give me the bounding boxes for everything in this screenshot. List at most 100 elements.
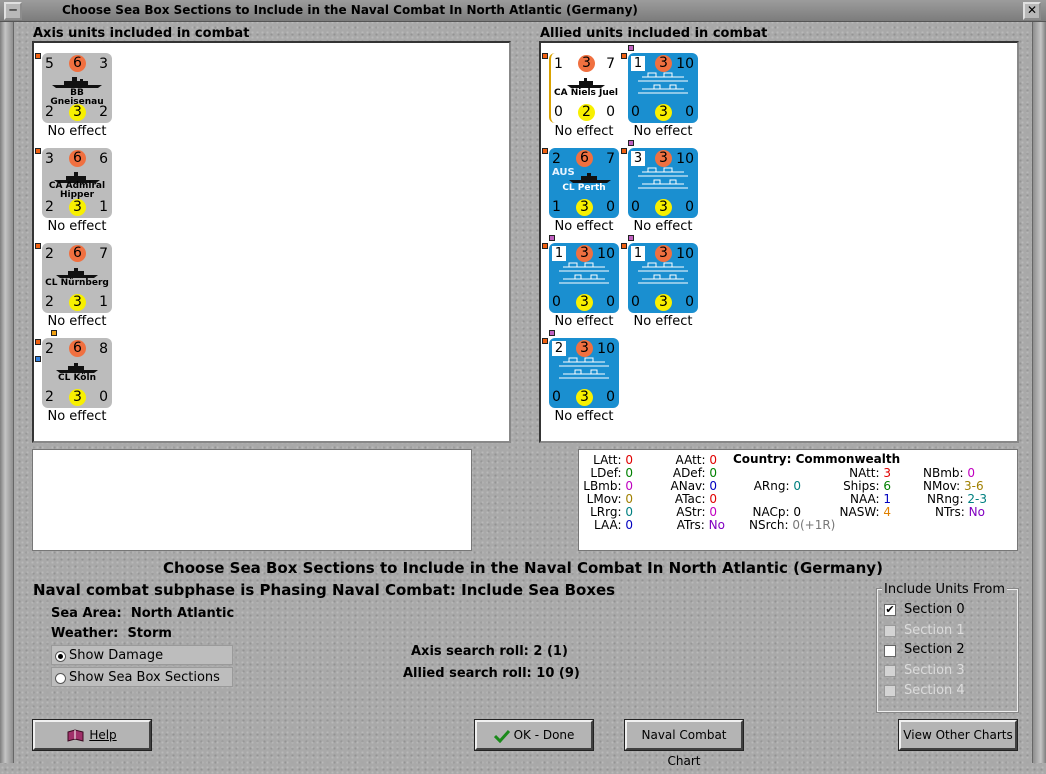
stat-value: 2-3: [967, 492, 988, 506]
country-label: Country:: [733, 452, 792, 466]
sea-area-label: Sea Area:: [51, 606, 122, 621]
stat-value: 3: [883, 466, 891, 480]
unit-br: 0: [685, 104, 694, 120]
unit-bl: 0: [631, 199, 640, 215]
unit-tl: 2: [552, 151, 561, 167]
unit-counter-convoy[interactable]: 1 3 10 0 3 0: [628, 53, 698, 123]
unit-bl: 1: [552, 199, 561, 215]
unit-defense: 3: [655, 199, 672, 216]
unit-attack: 6: [576, 150, 593, 167]
cruiser-icon: [567, 78, 605, 88]
section-4-checkbox[interactable]: [884, 685, 896, 697]
stat-arng: ARng: 0: [753, 479, 801, 493]
unit-defense: 2: [578, 104, 595, 121]
unit-defense: 3: [576, 389, 593, 406]
unit-counter-convoy[interactable]: 1 3 10 0 3 0: [628, 243, 698, 313]
unit-attack: 6: [69, 245, 86, 262]
unit-flag-icon: [35, 243, 41, 249]
section-0-checkbox[interactable]: ✔: [884, 604, 896, 616]
stat-value: 0: [709, 466, 717, 480]
unit-tl: 2: [552, 341, 566, 356]
stat-ships: Ships: 6: [843, 479, 891, 493]
unit-flag-icon: [628, 235, 634, 241]
unit-attack: 3: [576, 245, 593, 262]
view-other-charts-button[interactable]: View Other Charts: [898, 719, 1018, 751]
unit-br: 0: [99, 389, 108, 405]
unit-counter-convoy[interactable]: 3 3 10 0 3 0: [628, 148, 698, 218]
unit-flag-icon: [542, 243, 548, 249]
window-title: Choose Sea Box Sections to Include in th…: [62, 3, 638, 17]
unit-counter-cl-koln[interactable]: 2 6 8 CL Köln 2 3 0: [42, 338, 112, 408]
unit-br: 0: [606, 294, 615, 310]
stat-value: 6: [883, 479, 891, 493]
stat-value: 0: [625, 479, 633, 493]
stat-ldef: LDef: 0: [590, 466, 633, 480]
stat-lbmb: LBmb: 0: [583, 479, 633, 493]
sea-area-line: Sea Area: North Atlantic: [51, 606, 234, 621]
main-title: Choose Sea Box Sections to Include in th…: [163, 559, 883, 577]
unit-details-panel: [32, 449, 472, 551]
stat-value: 0: [709, 453, 717, 467]
unit-tr: 6: [99, 151, 108, 167]
unit-br: 0: [606, 199, 615, 215]
close-button[interactable]: ✕: [1023, 2, 1041, 20]
unit-attack: 3: [655, 245, 672, 262]
axis-units-header: Axis units included in combat: [33, 26, 250, 41]
unit-bl: 2: [45, 389, 54, 405]
stat-astr: AStr: 0: [676, 505, 717, 519]
unit-effect: No effect: [554, 314, 614, 329]
unit-counter-cl-perth[interactable]: 2 6 7 AUS CL Perth 1 3 0: [549, 148, 619, 218]
unit-flag-icon: [621, 53, 627, 59]
unit-flag-icon: [628, 140, 634, 146]
stat-value: 0: [967, 466, 976, 480]
unit-counter-bb-gneisenau[interactable]: 5 6 3 BB Gneisenau 2 3 2: [42, 53, 112, 123]
sea-area-value: North Atlantic: [130, 606, 235, 621]
naval-combat-chart-button[interactable]: Naval Combat Chart: [624, 719, 744, 768]
help-button[interactable]: Help: [32, 719, 152, 751]
help-label: Help: [89, 728, 117, 742]
axis-search-roll: Axis search roll: 2 (1): [411, 644, 568, 659]
unit-flag-icon: [549, 235, 555, 241]
radio-selected-icon: [55, 651, 66, 662]
show-sea-box-sections-radio[interactable]: Show Sea Box Sections: [51, 667, 233, 687]
unit-br: 2: [99, 104, 108, 120]
stat-value: 0: [625, 505, 633, 519]
stat-value: 0: [625, 466, 633, 480]
country-line: Country: Commonwealth: [733, 452, 900, 466]
unit-tr: 8: [99, 341, 108, 357]
stat-natt: NAtt: 3: [849, 466, 891, 480]
stat-value: 1: [883, 492, 891, 506]
section-3-checkbox[interactable]: [884, 665, 896, 677]
unit-flag-icon: [51, 330, 57, 336]
subphase-text: Naval combat subphase is Phasing Naval C…: [33, 581, 616, 599]
stat-naa: NAA: 1: [849, 492, 891, 506]
section-1-checkbox[interactable]: [884, 625, 896, 637]
allied-roll-value: 10 (9): [536, 666, 580, 681]
unit-tl: 3: [631, 151, 645, 166]
show-damage-radio[interactable]: Show Damage: [51, 645, 233, 665]
unit-counter-ca-admiral-hipper[interactable]: 3 6 6 CA Admiral Hipper 2 3 1: [42, 148, 112, 218]
unit-tl: 5: [45, 56, 54, 72]
unit-br: 0: [606, 104, 615, 120]
system-menu-button[interactable]: ─: [4, 2, 22, 20]
stat-nasw: NASW: 4: [839, 505, 891, 519]
unit-flag-icon: [542, 338, 548, 344]
unit-bl: 0: [554, 104, 563, 120]
unit-counter-convoy[interactable]: 1 3 10 0 3 0: [549, 243, 619, 313]
unit-counter-cl-nurnberg[interactable]: 2 6 7 CL Nürnberg 2 3 1: [42, 243, 112, 313]
unit-flag-icon: [542, 53, 548, 59]
other-charts-label: View Other Charts: [903, 728, 1013, 742]
stat-atrs: ATrs: No: [676, 518, 725, 532]
unit-tr: 10: [597, 341, 615, 357]
unit-effect: No effect: [633, 124, 693, 139]
unit-effect: No effect: [47, 314, 107, 329]
stat-aatt: AAtt: 0: [675, 453, 717, 467]
section-2-checkbox[interactable]: [884, 645, 896, 657]
ok-done-button[interactable]: OK - Done: [474, 719, 594, 751]
unit-counter-ca-niels-juel[interactable]: 1 3 7 CA Niels Juel 0 2 0: [549, 53, 619, 123]
country-stats-panel: LAtt: 0 LDef: 0 LBmb: 0 LMov: 0 LRrg: 0 …: [578, 449, 1018, 551]
stat-value: No: [968, 505, 985, 519]
ok-label: OK - Done: [513, 728, 575, 742]
battleship-icon: [52, 77, 102, 88]
unit-counter-convoy[interactable]: 2 3 10 0 3 0: [549, 338, 619, 408]
